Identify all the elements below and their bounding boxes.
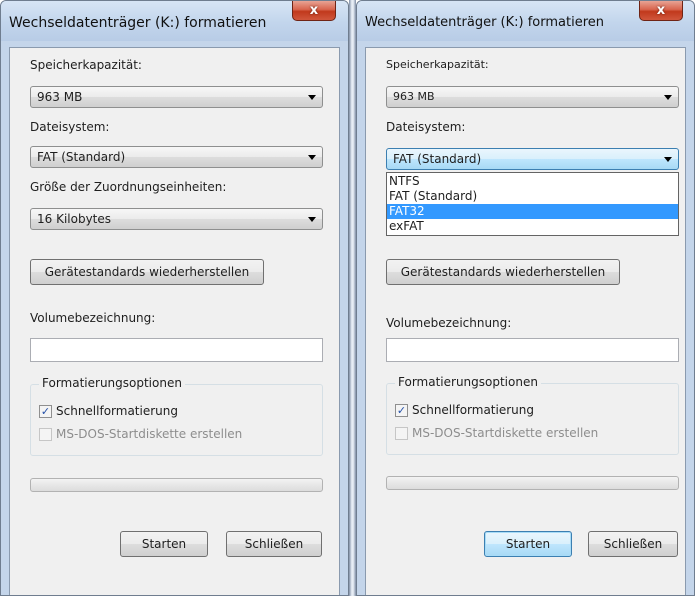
format-options-title: Formatierungsoptionen (39, 376, 185, 390)
chevron-down-icon (664, 95, 672, 100)
capacity-select[interactable]: 963 MB (386, 86, 679, 108)
filesystem-label: Dateisystem: (30, 120, 110, 134)
allocation-label: Größe der Zuordnungseinheiten: (30, 180, 227, 194)
quick-format-label: Schnellformatierung (412, 403, 534, 417)
allocation-value: 16 Kilobytes (37, 212, 112, 226)
msdos-startup-option: MS-DOS-Startdiskette erstellen (395, 426, 598, 440)
window-title: Wechseldatenträger (K:) formatieren (365, 15, 605, 30)
volume-label-input[interactable] (30, 338, 323, 362)
filesystem-option-fat[interactable]: FAT (Standard) (387, 189, 678, 204)
capacity-value: 963 MB (37, 90, 83, 104)
msdos-startup-checkbox (39, 427, 52, 441)
titlebar[interactable]: Wechseldatenträger (K:) formatieren x (1, 1, 348, 41)
volume-label-label: Volumebezeichnung: (386, 316, 512, 330)
filesystem-option-ntfs[interactable]: NTFS (387, 174, 678, 189)
capacity-label: Speicherkapazität: (30, 58, 142, 72)
check-icon[interactable]: ✓ (395, 403, 408, 417)
check-icon[interactable]: ✓ (39, 404, 52, 418)
format-progress-bar (386, 476, 679, 490)
chevron-down-icon (308, 217, 316, 222)
quick-format-option[interactable]: ✓ Schnellformatierung (395, 403, 534, 417)
chevron-down-icon (664, 157, 672, 162)
msdos-startup-label: MS-DOS-Startdiskette erstellen (56, 427, 243, 441)
chevron-down-icon (308, 155, 316, 160)
filesystem-option-exfat[interactable]: exFAT (387, 219, 678, 234)
close-window-button[interactable]: x (639, 1, 683, 21)
capacity-label: Speicherkapazität: (386, 58, 489, 71)
format-dialog-right: Wechseldatenträger (K:) formatieren x Sp… (356, 0, 695, 596)
msdos-startup-checkbox (395, 426, 408, 440)
filesystem-select[interactable]: FAT (Standard) (386, 148, 679, 170)
close-window-button[interactable]: x (292, 1, 336, 21)
window-separator (349, 0, 356, 596)
start-button[interactable]: Starten (484, 531, 572, 557)
filesystem-dropdown-list: NTFS FAT (Standard) FAT32 exFAT (386, 172, 679, 236)
filesystem-value: FAT (Standard) (393, 152, 482, 166)
close-icon: x (309, 3, 319, 18)
dialog-body: Speicherkapazität: 963 MB Dateisystem: F… (365, 47, 686, 595)
quick-format-option[interactable]: ✓ Schnellformatierung (39, 404, 178, 418)
format-options-group: Formatierungsoptionen ✓ Schnellformatier… (386, 375, 679, 455)
volume-label-label: Volumebezeichnung: (30, 311, 156, 325)
format-options-title: Formatierungsoptionen (395, 375, 541, 389)
restore-defaults-button[interactable]: Gerätestandards wiederherstellen (386, 259, 620, 285)
start-button[interactable]: Starten (120, 531, 208, 557)
quick-format-label: Schnellformatierung (56, 404, 178, 418)
dialog-body: Speicherkapazität: 963 MB Dateisystem: F… (9, 47, 340, 595)
filesystem-label: Dateisystem: (386, 120, 466, 134)
filesystem-value: FAT (Standard) (37, 150, 126, 164)
volume-label-input[interactable] (386, 338, 679, 362)
filesystem-select[interactable]: FAT (Standard) (30, 146, 323, 168)
format-options-group: Formatierungsoptionen ✓ Schnellformatier… (30, 376, 323, 456)
window-title: Wechseldatenträger (K:) formatieren (9, 15, 267, 31)
filesystem-option-fat32[interactable]: FAT32 (387, 204, 678, 219)
close-icon: x (656, 3, 666, 18)
restore-defaults-button[interactable]: Gerätestandards wiederherstellen (30, 259, 264, 285)
msdos-startup-label: MS-DOS-Startdiskette erstellen (412, 426, 599, 440)
capacity-select[interactable]: 963 MB (30, 86, 323, 108)
msdos-startup-option: MS-DOS-Startdiskette erstellen (39, 427, 242, 441)
format-dialog-left: Wechseldatenträger (K:) formatieren x Sp… (0, 0, 349, 596)
titlebar[interactable]: Wechseldatenträger (K:) formatieren x (357, 1, 694, 41)
close-button[interactable]: Schließen (226, 531, 322, 557)
allocation-select[interactable]: 16 Kilobytes (30, 208, 323, 230)
close-button[interactable]: Schließen (588, 531, 678, 557)
chevron-down-icon (308, 95, 316, 100)
capacity-value: 963 MB (393, 90, 435, 103)
format-progress-bar (30, 478, 323, 492)
